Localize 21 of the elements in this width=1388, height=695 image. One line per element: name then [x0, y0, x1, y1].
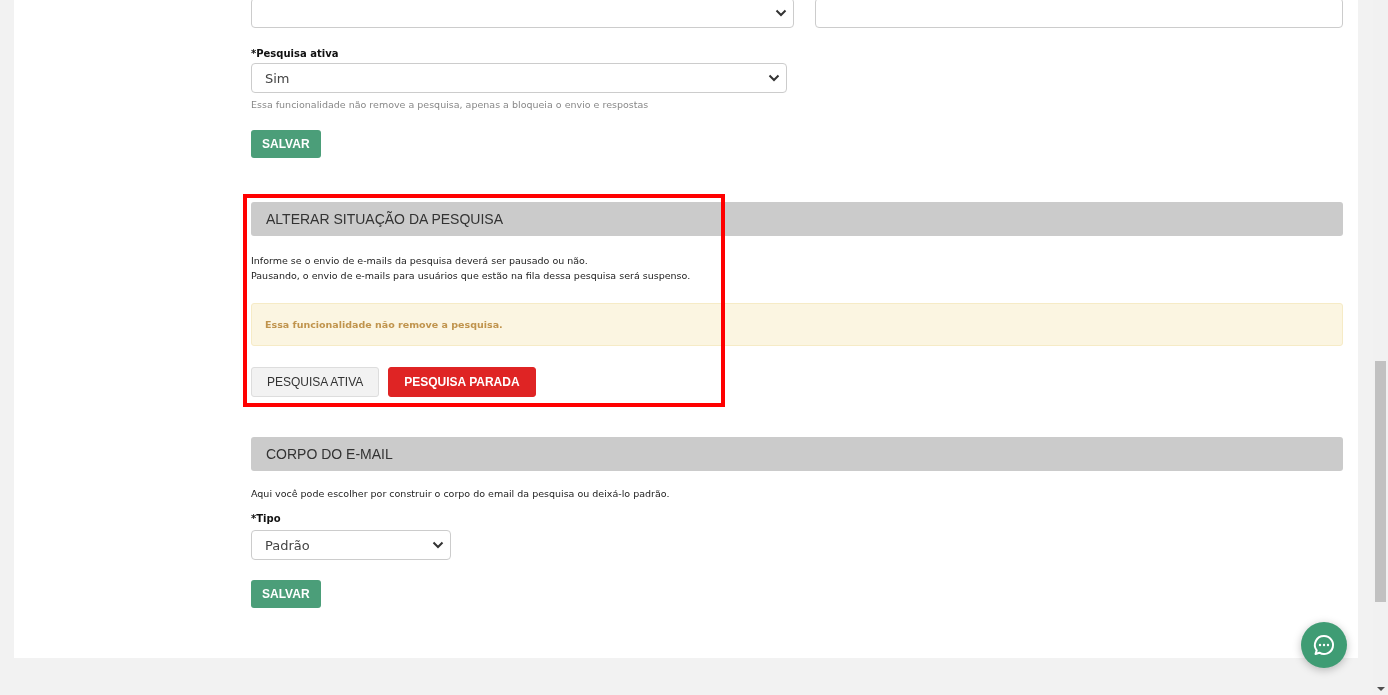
- chevron-down-icon: [768, 74, 780, 82]
- status-button[interactable]: PESQUISA PARADA: [388, 367, 536, 397]
- description-text: Pausando, o envio de e-mails para usuários que estão na fila dessa pesquisa será suspenso.: [251, 269, 691, 283]
- field-hint: Essa funcionalidade não remove a pesquisa, apenas a bloqueia o envio e respostas: [251, 99, 649, 110]
- description-text: Aqui você pode escolher por construir o corpo do email da pesquisa ou deixá-lo padrão.: [251, 487, 670, 501]
- dropdown-field[interactable]: [251, 0, 794, 28]
- chevron-down-icon: [775, 9, 787, 17]
- field-label: *Pesquisa ativa: [251, 48, 339, 59]
- status-button[interactable]: PESQUISA ATIVA: [251, 367, 380, 397]
- dropdown-field[interactable]: Sim: [251, 63, 787, 93]
- text-input-field[interactable]: [815, 0, 1343, 28]
- alert-text: Essa funcionalidade não remove a pesquisa.: [265, 319, 503, 330]
- section-header: CORPO DO E-MAIL: [251, 437, 1343, 471]
- field-label: *Tipo: [251, 513, 281, 524]
- section-header: ALTERAR SITUAÇÃO DA PESQUISA: [251, 202, 1343, 236]
- scroll-down-arrow-icon[interactable]: [1377, 687, 1385, 691]
- scrollbar-thumb[interactable]: [1375, 361, 1386, 602]
- chat-bubble-icon: [1312, 633, 1336, 657]
- description-text: Informe se o envio de e-mails da pesquisa deverá ser pausado ou não.: [251, 254, 589, 268]
- dropdown-field[interactable]: Padrão: [251, 530, 451, 560]
- chevron-down-icon: [432, 541, 444, 549]
